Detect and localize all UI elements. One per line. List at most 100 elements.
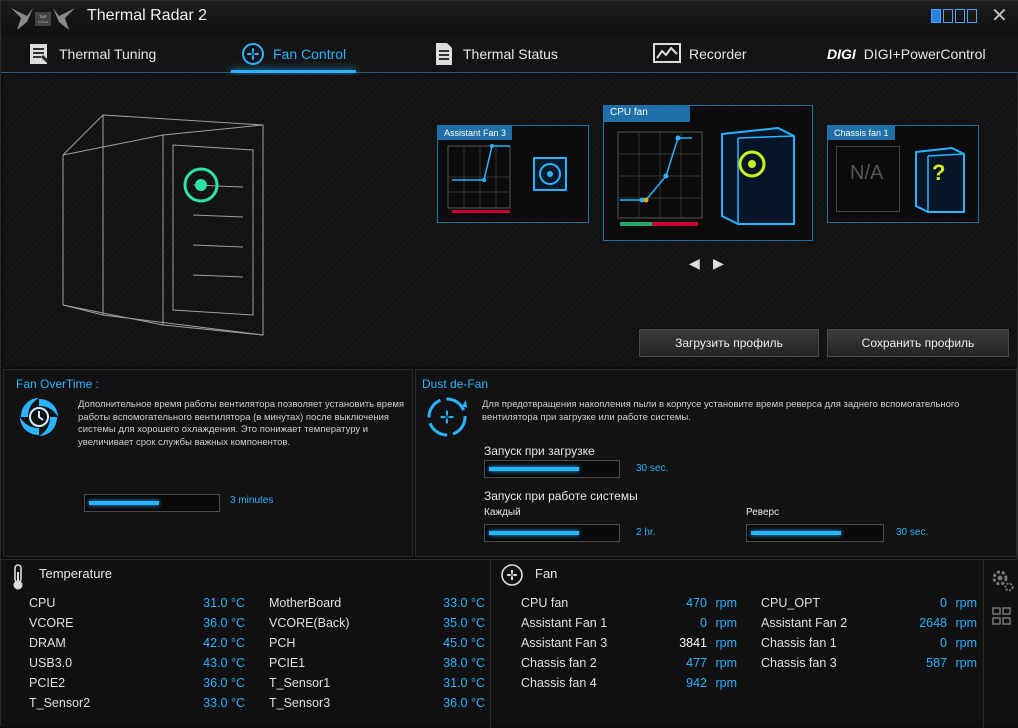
slider-fill (751, 531, 841, 535)
fan-row-unit: rpm (715, 616, 737, 630)
fan-row-unit: rpm (955, 596, 977, 610)
side-toolbar (983, 560, 1018, 728)
tab-thermal-status[interactable]: Thermal Status (433, 35, 558, 73)
fan-overtime-value: 3 minutes (230, 495, 274, 506)
boot-label: Запуск при загрузке (484, 444, 595, 458)
status-area: Temperature CPU 31.0 °C VCORE 36.0 °C DR… (1, 559, 1018, 728)
fan-icon (242, 43, 264, 65)
dust-de-fan-description: Для предотвращения накопления пыли в кор… (482, 399, 960, 423)
app-title: Thermal Radar 2 (87, 7, 208, 24)
prev-fan-icon[interactable]: ◀ (689, 255, 700, 272)
fan-overtime-panel: Fan OverTime : Дополнительное время рабо… (3, 369, 413, 557)
temp-row-name: CPU (29, 596, 56, 610)
fan-row-name: Assistant Fan 3 (521, 636, 608, 650)
gear-icon[interactable] (990, 568, 1014, 592)
tab-label: DIGI+PowerControl (863, 46, 986, 62)
temp-row-value: 43.0 °C (203, 656, 245, 670)
chart-icon (653, 43, 681, 63)
tab-thermal-tuning[interactable]: Thermal Tuning (27, 35, 156, 73)
temp-row-value: 42.0 °C (203, 636, 245, 650)
clock-fan-icon (20, 398, 58, 436)
next-fan-icon[interactable]: ▶ (713, 255, 724, 272)
fan-speed-panel: Fan CPU fan 470 rpm Assistant Fan 1 0 rp… (493, 560, 981, 728)
fan-card-title: CPU fan (604, 106, 690, 122)
load-profile-button[interactable]: Загрузить профиль (639, 329, 819, 357)
temp-row-value: 33.0 °C (443, 596, 485, 610)
layout-2-icon[interactable] (943, 9, 953, 23)
layout-1-icon[interactable] (931, 9, 941, 23)
tab-label: Recorder (689, 46, 747, 62)
tuf-logo-icon: TUF FORCE (7, 4, 79, 34)
fan-row-value: 587 (926, 656, 947, 670)
na-label: N/A (850, 162, 884, 184)
fan-row-name: Assistant Fan 2 (761, 616, 848, 630)
every-value: 2 hr. (636, 527, 656, 538)
layout-switcher[interactable] (931, 9, 977, 25)
fan-card-cpu-fan[interactable]: CPU fan (603, 105, 813, 241)
slider-fill (489, 531, 579, 535)
fan-row-unit: rpm (715, 636, 737, 650)
title-bar: TUF FORCE Thermal Radar 2 ✕ (1, 1, 1018, 35)
temp-row-name: PCIE1 (269, 656, 306, 670)
tab-recorder[interactable]: Recorder (653, 35, 747, 73)
fan-row-unit: rpm (715, 596, 737, 610)
fan-card-chassis-fan-1[interactable]: Chassis fan 1 N/A ? (827, 125, 979, 223)
layout-3-icon[interactable] (955, 9, 965, 23)
temp-row-name: MotherBoard (269, 596, 342, 610)
document-icon (436, 43, 452, 65)
fan-3d-icon (533, 157, 567, 191)
reverse-slider[interactable] (746, 524, 884, 542)
fan-title: Fan (535, 566, 558, 581)
temp-row-name: USB3.0 (29, 656, 73, 670)
temp-row-value: 35.0 °C (443, 616, 485, 630)
fan-row-unit: rpm (955, 636, 977, 650)
temp-row-name: DRAM (29, 636, 66, 650)
fan-control-area: Assistant Fan 3 CPU fan Chassis fan 1 N/… (3, 75, 1017, 367)
temp-row-name: PCH (269, 636, 296, 650)
tab-fan-control[interactable]: Fan Control (230, 35, 357, 73)
fan-speed-icon (501, 564, 523, 586)
temp-row-value: 36.0 °C (443, 696, 485, 710)
layout-4-icon[interactable] (967, 9, 977, 23)
fan-row-name: CPU_OPT (761, 596, 821, 610)
save-profile-button[interactable]: Сохранить профиль (827, 329, 1009, 357)
dust-de-fan-panel: Dust de-Fan Для предотвращения накоплени… (415, 369, 1017, 557)
fan-card-title: Chassis fan 1 (828, 126, 895, 140)
fan-row-unit: rpm (715, 656, 737, 670)
temp-row-name: T_Sensor3 (269, 696, 331, 710)
temperature-panel: Temperature CPU 31.0 °C VCORE 36.0 °C DR… (1, 560, 491, 728)
fan-curve-thumb (447, 144, 511, 213)
fan-curve-thumb (617, 131, 703, 226)
temp-row-value: 33.0 °C (203, 696, 245, 710)
boot-value: 30 sec. (636, 463, 669, 474)
every-slider[interactable] (484, 524, 620, 542)
boot-slider[interactable] (484, 460, 620, 478)
fan-row-value: 942 (686, 676, 707, 690)
fan-row-name: Chassis fan 2 (521, 656, 597, 670)
tab-digi-power-control[interactable]: DIGI DIGI+PowerControl (827, 35, 986, 73)
close-icon[interactable]: ✕ (991, 5, 1008, 27)
tab-label: Thermal Tuning (59, 46, 157, 62)
unknown-fan-mark: ? (932, 160, 946, 185)
fan-row-value: 0 (940, 596, 947, 610)
fan-row-value: 3841 (679, 636, 707, 650)
fan-row-name: Assistant Fan 1 (521, 616, 608, 630)
fan-card-assistant-fan-3[interactable]: Assistant Fan 3 (437, 125, 589, 223)
reverse-label: Реверс (746, 507, 780, 518)
fan-overtime-slider[interactable] (84, 494, 220, 512)
pc-case-3d-icon (721, 126, 795, 225)
temperature-title: Temperature (39, 566, 112, 581)
clipboard-icon (30, 44, 50, 64)
grid-view-icon[interactable] (992, 606, 1012, 626)
temp-row-name: PCIE2 (29, 676, 66, 690)
fan-row-value: 470 (686, 596, 707, 610)
tab-label: Fan Control (273, 46, 347, 62)
svg-text:FORCE: FORCE (38, 20, 49, 24)
temp-row-value: 36.0 °C (203, 616, 245, 630)
pc-case-illustration (62, 114, 264, 336)
temp-row-name: VCORE (29, 616, 74, 630)
temp-row-name: T_Sensor1 (269, 676, 331, 690)
main-tabs: Thermal Tuning Fan Control Thermal Statu… (1, 35, 1018, 73)
thermometer-icon (13, 564, 23, 590)
fan-row-name: Chassis fan 4 (521, 676, 597, 690)
